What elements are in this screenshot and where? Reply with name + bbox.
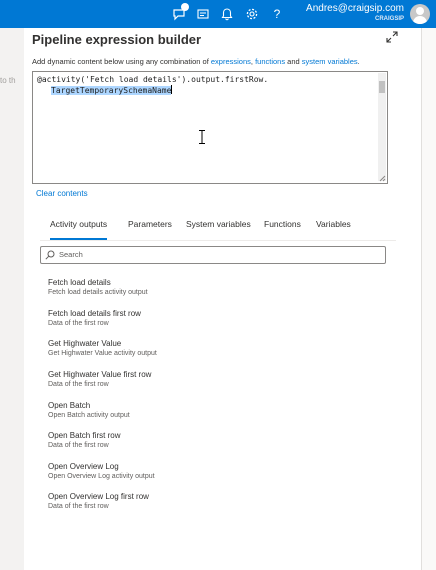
list-item-desc: Open Overview Log activity output — [48, 473, 155, 480]
list-item-desc: Data of the first row — [48, 503, 109, 510]
account-tenant: CRAIGSIP — [374, 16, 404, 22]
top-bar: ? Andres@craigsip.com CRAIGSIP — [0, 0, 436, 28]
list-item[interactable]: Get Highwater Value first row Data of th… — [48, 370, 151, 388]
expression-line-2: TargetTemporarySchemaName — [51, 86, 172, 95]
background-partial-text: to th — [0, 76, 16, 85]
avatar-body — [413, 16, 427, 24]
background-canvas: to th — [0, 28, 25, 570]
account-info[interactable]: Andres@craigsip.com CRAIGSIP — [306, 3, 404, 23]
expand-icon[interactable] — [386, 31, 398, 43]
list-item-name: Open Overview Log — [48, 462, 119, 471]
list-item[interactable]: Open Overview Log Open Overview Log acti… — [48, 462, 155, 480]
clear-contents-link[interactable]: Clear contents — [36, 189, 88, 198]
tab-functions[interactable]: Functions — [264, 219, 301, 229]
search-input[interactable] — [59, 248, 379, 261]
system-variables-link[interactable]: system variables — [302, 57, 358, 66]
expression-editor[interactable]: @activity('Fetch load details').output.f… — [32, 71, 388, 184]
editor-scrollbar-thumb[interactable] — [379, 81, 385, 93]
list-item[interactable]: Open Batch first row Data of the first r… — [48, 431, 120, 449]
editor-scrollbar[interactable] — [378, 73, 386, 181]
description-sep-2: and — [285, 57, 302, 66]
tab-activity-outputs[interactable]: Activity outputs — [50, 219, 108, 240]
list-item-desc: Data of the first row — [48, 442, 109, 449]
expression-line-2-wrapper: TargetTemporarySchemaName — [37, 85, 268, 96]
list-item-name: Open Overview Log first row — [48, 492, 149, 501]
notification-badge — [181, 3, 189, 11]
tab-system-variables[interactable]: System variables — [186, 219, 251, 229]
ibeam-cursor-icon — [199, 130, 205, 144]
list-item-desc: Get Highwater Value activity output — [48, 350, 157, 357]
list-item[interactable]: Fetch load details Fetch load details ac… — [48, 278, 148, 296]
list-item[interactable]: Open Batch Open Batch activity output — [48, 401, 130, 419]
avatar-head — [416, 7, 424, 15]
list-item-name: Get Highwater Value — [48, 339, 122, 348]
list-item[interactable]: Fetch load details first row Data of the… — [48, 309, 141, 327]
tab-variables[interactable]: Variables — [316, 219, 351, 229]
text-caret — [171, 85, 173, 94]
panel-description: Add dynamic content below using any comb… — [32, 57, 360, 66]
list-item-name: Get Highwater Value first row — [48, 370, 152, 379]
list-item-desc: Data of the first row — [48, 320, 109, 327]
tabs-divider — [40, 240, 396, 241]
list-item-name: Open Batch first row — [48, 431, 121, 440]
avatar[interactable] — [410, 4, 430, 24]
description-prefix: Add dynamic content below using any comb… — [32, 57, 211, 66]
expression-text[interactable]: @activity('Fetch load details').output.f… — [37, 74, 268, 96]
panel-title: Pipeline expression builder — [32, 32, 202, 47]
directory-icon[interactable] — [196, 7, 210, 21]
notifications-icon[interactable] — [220, 7, 234, 21]
expression-line-1: @activity('Fetch load details').output.f… — [37, 75, 269, 84]
tab-parameters[interactable]: Parameters — [128, 219, 172, 229]
settings-icon[interactable] — [245, 7, 259, 21]
list-item-desc: Fetch load details activity output — [48, 289, 148, 296]
background-right-edge — [421, 28, 436, 570]
list-item-name: Open Batch — [48, 401, 91, 410]
list-item[interactable]: Open Overview Log first row Data of the … — [48, 492, 149, 510]
list-item-desc: Data of the first row — [48, 381, 109, 388]
expression-builder-panel: Pipeline expression builder Add dynamic … — [24, 28, 436, 570]
search-box[interactable] — [40, 246, 386, 264]
resize-grip-icon[interactable] — [378, 174, 386, 182]
expressions-link[interactable]: expressions — [211, 57, 251, 66]
list-item-name: Fetch load details first row — [48, 309, 141, 318]
help-icon[interactable]: ? — [270, 7, 284, 21]
account-email: Andres@craigsip.com — [306, 3, 404, 14]
list-item-name: Fetch load details — [48, 278, 111, 287]
description-suffix: . — [357, 57, 360, 66]
search-icon — [45, 250, 55, 260]
functions-link[interactable]: functions — [255, 57, 285, 66]
list-item[interactable]: Get Highwater Value Get Highwater Value … — [48, 339, 157, 357]
list-item-desc: Open Batch activity output — [48, 412, 130, 419]
